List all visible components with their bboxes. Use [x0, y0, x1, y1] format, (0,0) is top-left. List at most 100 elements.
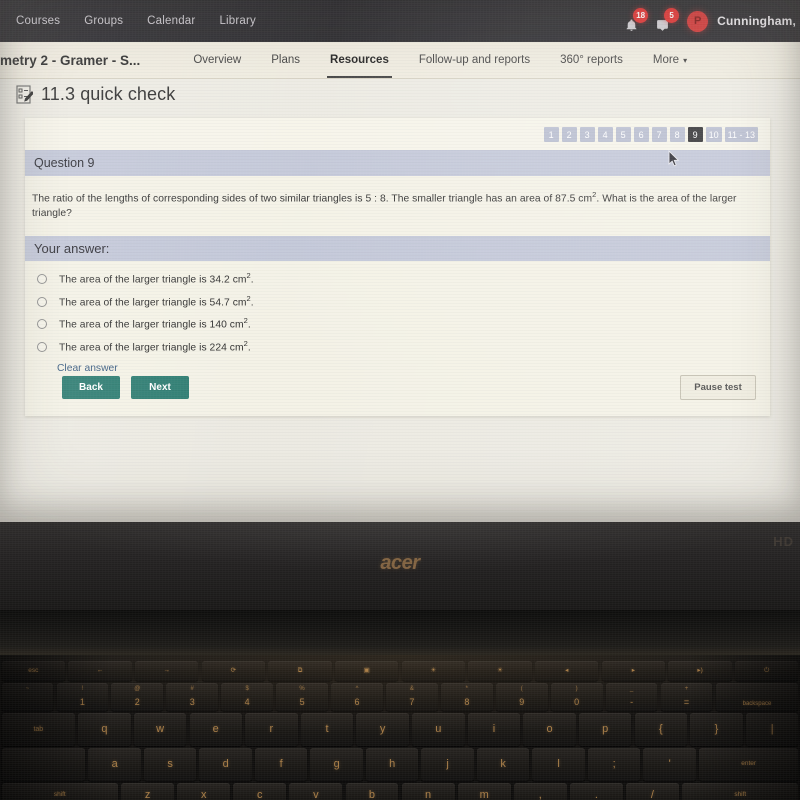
tab-360-reports[interactable]: 360° reports [545, 42, 638, 78]
tab-more[interactable]: More ▾ [638, 42, 702, 78]
key-back[interactable]: ← [68, 661, 132, 681]
key-enter[interactable]: enter [698, 748, 799, 781]
key-a[interactable]: a [88, 748, 141, 781]
pause-test-button[interactable]: Pause test [680, 375, 756, 400]
key-q[interactable]: q [78, 713, 131, 746]
key-overview[interactable]: ▣ [334, 661, 399, 681]
tab-overview[interactable]: Overview [178, 42, 256, 78]
key-0[interactable]: ) 0 [550, 683, 603, 711]
key-5[interactable]: % 5 [276, 683, 328, 711]
key-bracket-right[interactable]: } [690, 713, 743, 746]
key-p[interactable]: p [578, 713, 632, 746]
key-4[interactable]: $4 [221, 683, 274, 711]
tab-resources[interactable]: Resources [315, 42, 404, 78]
key-r[interactable]: r [245, 713, 298, 746]
key-backtick[interactable]: ~ [1, 683, 54, 711]
next-button[interactable]: Next [131, 376, 189, 399]
key-d[interactable]: d [199, 748, 252, 781]
key-7[interactable]: & 7 [386, 683, 438, 711]
key-minus[interactable]: _ - [605, 683, 658, 711]
username-label[interactable]: Cunningham, [717, 14, 798, 28]
back-button[interactable]: Back [62, 376, 120, 399]
pager-item-2[interactable]: 2 [561, 127, 577, 142]
messages-button[interactable]: 5 [656, 8, 680, 32]
key-n[interactable]: n [401, 783, 455, 800]
key-volume-up[interactable]: ▸) [668, 661, 732, 681]
key-o[interactable]: o [523, 713, 576, 746]
key-b[interactable]: b [345, 783, 399, 800]
key-volume-down[interactable]: ▸ [601, 661, 666, 681]
key-v[interactable]: v [289, 783, 343, 800]
answer-option-4[interactable]: The area of the larger triangle is 224 c… [37, 339, 770, 362]
key-tab[interactable]: tab [1, 713, 76, 746]
avatar[interactable]: P [687, 10, 709, 32]
nav-link-calendar[interactable]: Calendar [147, 15, 195, 27]
key-w[interactable]: w [133, 713, 187, 746]
nav-link-groups[interactable]: Groups [84, 15, 123, 27]
key-z[interactable]: z [121, 783, 175, 800]
key-shift-right[interactable]: shift [682, 783, 799, 800]
key-3[interactable]: #3 [166, 683, 219, 711]
radio-button-1[interactable] [37, 274, 47, 285]
course-title[interactable]: metry 2 - Gramer - S... [0, 53, 140, 68]
key-j[interactable]: j [421, 748, 474, 781]
radio-button-4[interactable] [37, 341, 47, 352]
key-quote[interactable]: ' [643, 748, 696, 781]
key-equals[interactable]: + = [660, 683, 713, 711]
pager-item-7[interactable]: 7 [651, 127, 667, 142]
key-comma[interactable]: , [513, 783, 567, 800]
key-forward[interactable]: → [134, 661, 199, 681]
key-9[interactable]: (9 [495, 683, 548, 711]
key-y[interactable]: y [356, 713, 409, 746]
key-reload[interactable]: ⟳ [201, 661, 266, 681]
key-mute[interactable]: ◂ [534, 661, 599, 681]
key-esc[interactable]: esc [1, 661, 66, 681]
key-m[interactable]: m [457, 783, 511, 800]
key-f[interactable]: f [254, 748, 308, 781]
answer-option-1[interactable]: The area of the larger triangle is 34.2 … [37, 271, 770, 294]
key-shift-left[interactable]: shift [1, 783, 118, 800]
answer-option-2[interactable]: The area of the larger triangle is 54.7 … [37, 294, 770, 317]
key-slash[interactable]: / [626, 783, 679, 800]
pager-item-10[interactable]: 10 [705, 127, 722, 142]
key-2[interactable]: @2 [111, 683, 164, 711]
key-fullscreen[interactable]: ⧉ [268, 661, 332, 681]
key-e[interactable]: e [189, 713, 242, 746]
key-period[interactable]: . [569, 783, 623, 800]
key-i[interactable]: i [467, 713, 521, 746]
key-6[interactable]: ^ 6 [331, 683, 383, 711]
key-8[interactable]: * 8 [440, 683, 493, 711]
key-brightness-down[interactable]: ☀ [401, 661, 466, 681]
pager-item-4[interactable]: 4 [597, 127, 613, 142]
key-k[interactable]: k [476, 748, 530, 781]
key-search[interactable] [1, 748, 86, 781]
pager-item-9[interactable]: 9 [687, 127, 703, 142]
radio-button-3[interactable] [37, 319, 47, 330]
key-t[interactable]: t [300, 713, 354, 746]
key-g[interactable]: g [310, 748, 363, 781]
key-l[interactable]: l [532, 748, 585, 781]
pager-item-1[interactable]: 1 [543, 127, 559, 142]
answer-option-3[interactable]: The area of the larger triangle is 140 c… [37, 316, 770, 339]
key-u[interactable]: u [412, 713, 465, 746]
notifications-button[interactable]: 18 [625, 8, 649, 32]
nav-link-courses[interactable]: Courses [16, 15, 60, 27]
pager-item-5[interactable]: 5 [615, 127, 631, 142]
key-bracket-left[interactable]: { [634, 713, 688, 746]
pager-item-8[interactable]: 8 [669, 127, 685, 142]
key-1[interactable]: ! 1 [56, 683, 109, 711]
key-x[interactable]: x [177, 783, 231, 800]
tab-plans[interactable]: Plans [256, 42, 315, 78]
key-c[interactable]: c [233, 783, 287, 800]
key-s[interactable]: s [143, 748, 197, 781]
pager-item-3[interactable]: 3 [579, 127, 595, 142]
clear-answer-link[interactable]: Clear answer [57, 363, 770, 374]
key-brightness-up[interactable]: ☀ [468, 661, 532, 681]
key-semicolon[interactable]: ; [587, 748, 641, 781]
nav-link-library[interactable]: Library [219, 15, 256, 27]
pager-item-6[interactable]: 6 [633, 127, 649, 142]
key-backspace[interactable]: backspace [715, 683, 799, 711]
radio-button-2[interactable] [37, 296, 47, 307]
key-h[interactable]: h [365, 748, 419, 781]
key-power[interactable]: ⏻ [734, 661, 799, 681]
